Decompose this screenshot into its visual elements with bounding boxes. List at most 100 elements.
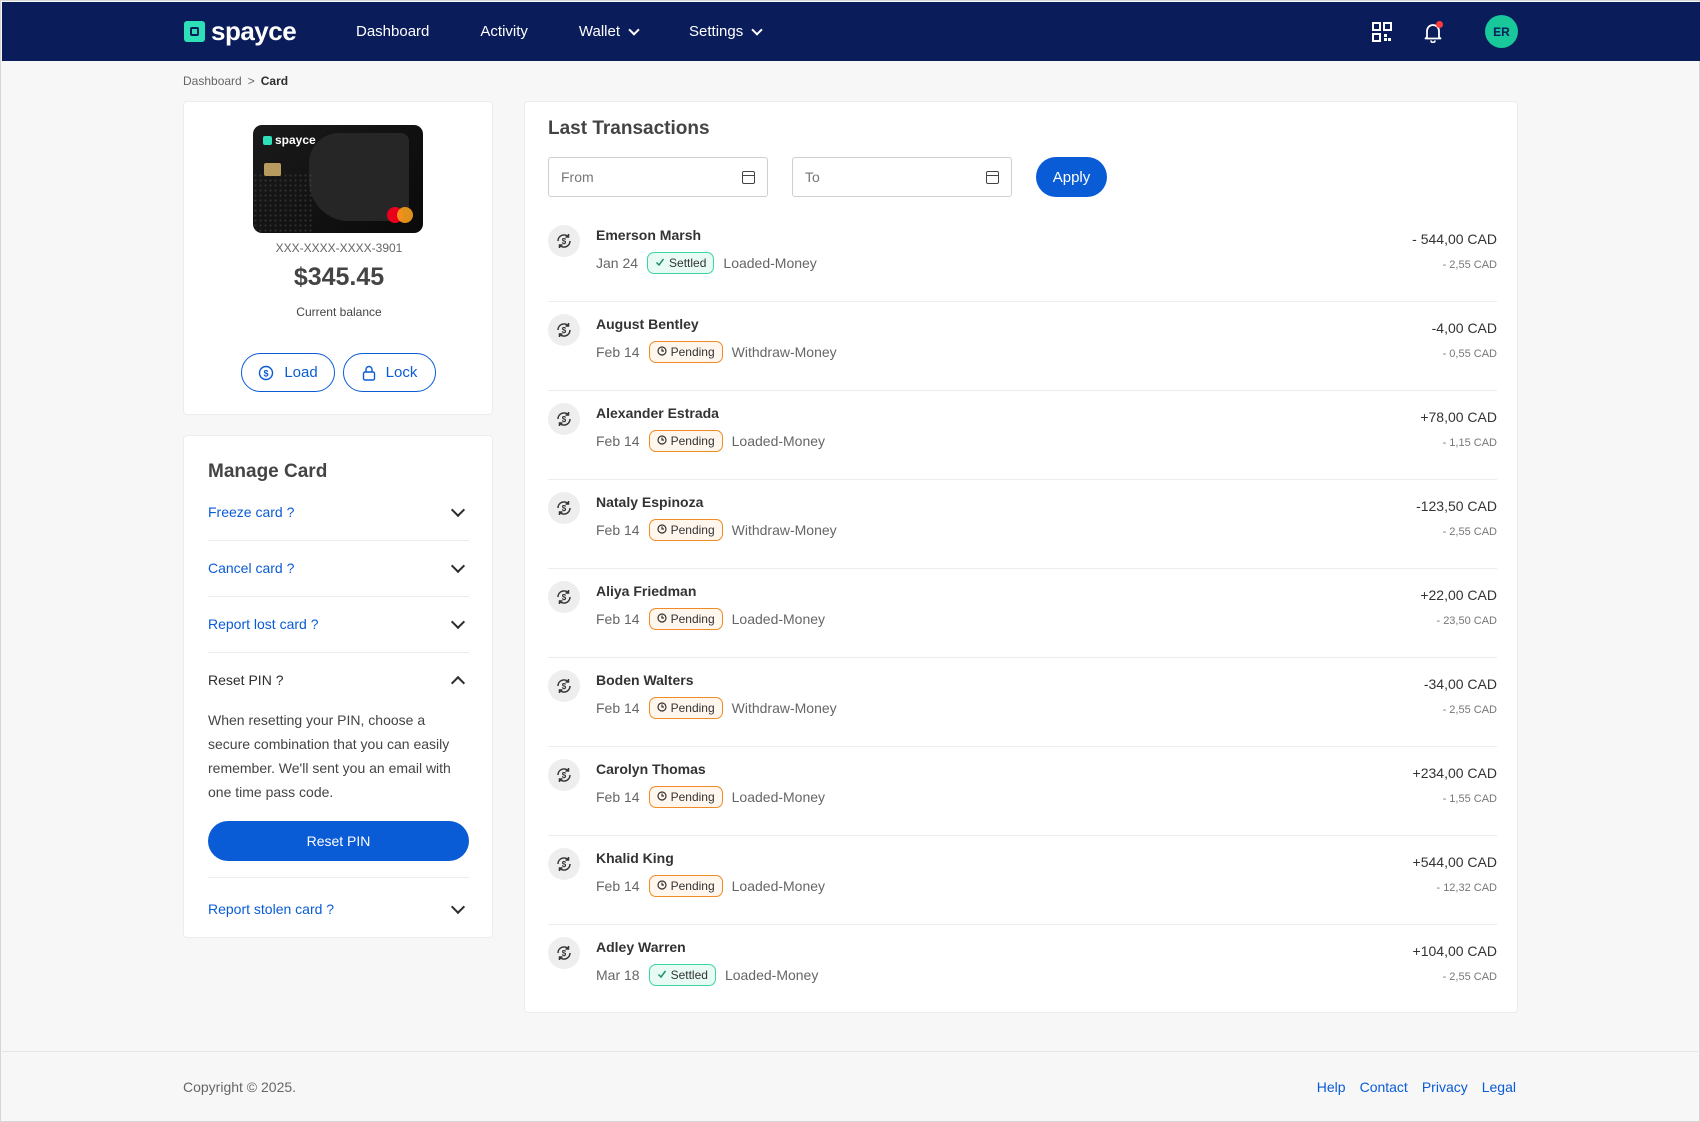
card-summary-panel: spayce XXX-XXXX-XXXX-3901 $345.45 Curren… xyxy=(183,101,493,415)
transaction-name: Khalid King xyxy=(596,850,674,866)
svg-text:$: $ xyxy=(562,771,567,780)
transaction-meta: Feb 14 Pending Withdraw-Money xyxy=(596,697,837,719)
brand-name: spayce xyxy=(211,16,297,46)
mastercard-logo-icon xyxy=(387,207,413,223)
notification-dot xyxy=(1436,20,1443,28)
transaction-row[interactable]: $ Alexander Estrada Feb 14 Pending Loaded-Mo… xyxy=(548,391,1497,480)
brand-logo[interactable]: spayce xyxy=(184,16,297,46)
clock-icon xyxy=(656,879,667,893)
to-placeholder: To xyxy=(805,169,820,185)
transaction-row[interactable]: $ Emerson Marsh Jan 24 Settled Loaded-Money -… xyxy=(548,213,1497,302)
nav-item-settings[interactable]: Settings xyxy=(689,23,763,40)
transaction-name: Aliya Friedman xyxy=(596,583,697,599)
accordion-cancel-card[interactable]: Cancel card ? xyxy=(208,540,469,597)
transaction-fee: - 2,55 CAD xyxy=(1442,971,1497,983)
check-icon xyxy=(657,968,667,982)
card-number: XXX-XXXX-XXXX-3901 xyxy=(275,241,403,255)
notification-bell-icon[interactable] xyxy=(1422,20,1444,43)
status-label: Pending xyxy=(670,523,715,537)
footer-link-help[interactable]: Help xyxy=(1317,1079,1346,1095)
money-exchange-icon: $ xyxy=(548,670,580,702)
chevron-down-icon xyxy=(450,614,466,629)
load-button[interactable]: $ Load xyxy=(241,353,335,392)
chevron-down-icon xyxy=(751,23,763,36)
calendar-icon[interactable] xyxy=(742,170,755,184)
breadcrumb: Dashboard > Card xyxy=(183,74,288,88)
lock-icon xyxy=(362,365,375,381)
footer-link-legal[interactable]: Legal xyxy=(1482,1079,1516,1095)
accordion-label: Report lost card ? xyxy=(208,616,319,632)
transaction-amount: - 544,00 CAD xyxy=(1412,231,1497,247)
status-badge: Settled xyxy=(647,252,715,274)
user-avatar[interactable]: ER xyxy=(1485,15,1518,48)
transaction-meta: Feb 14 Pending Loaded-Money xyxy=(596,786,825,808)
transaction-fee: - 1,55 CAD xyxy=(1442,793,1497,805)
accordion-label: Reset PIN ? xyxy=(208,672,284,688)
apply-button[interactable]: Apply xyxy=(1036,157,1107,197)
to-date-input[interactable]: To xyxy=(792,157,1012,197)
accordion-reset-pin[interactable]: Reset PIN ? When resetting your PIN, cho… xyxy=(208,652,469,878)
nav-item-wallet[interactable]: Wallet xyxy=(578,23,640,40)
transaction-meta: Feb 14 Pending Withdraw-Money xyxy=(596,341,837,363)
money-exchange-icon: $ xyxy=(548,403,580,435)
transaction-amount: +234,00 CAD xyxy=(1412,765,1497,781)
clock-icon xyxy=(656,345,667,359)
transaction-date: Feb 14 xyxy=(596,878,640,894)
from-date-input[interactable]: From xyxy=(548,157,768,197)
transaction-row[interactable]: $ Khalid King Feb 14 Pending Loaded-Money +54… xyxy=(548,836,1497,925)
logo-mark-icon xyxy=(184,20,205,42)
transaction-row[interactable]: $ August Bentley Feb 14 Pending Withdraw-Mon… xyxy=(548,302,1497,391)
transaction-row[interactable]: $ Aliya Friedman Feb 14 Pending Loaded-Money… xyxy=(548,569,1497,658)
money-exchange-icon: $ xyxy=(548,759,580,791)
transaction-amount: +78,00 CAD xyxy=(1420,409,1497,425)
lock-button[interactable]: Lock xyxy=(343,353,436,392)
copyright-text: Copyright © 2025. xyxy=(183,1079,297,1095)
transaction-date: Feb 14 xyxy=(596,700,640,716)
svg-text:$: $ xyxy=(562,860,567,869)
chevron-up-icon xyxy=(450,675,466,690)
nav-item-dashboard[interactable]: Dashboard xyxy=(356,23,429,40)
reset-pin-button[interactable]: Reset PIN xyxy=(208,821,469,861)
transaction-row[interactable]: $ Adley Warren Mar 18 Settled Loaded-Money +1… xyxy=(548,925,1497,1014)
nav-label: Wallet xyxy=(578,23,621,40)
transaction-row[interactable]: $ Nataly Espinoza Feb 14 Pending Withdraw-Mo… xyxy=(548,480,1497,569)
transaction-row[interactable]: $ Boden Walters Feb 14 Pending Withdraw-Mone… xyxy=(548,658,1497,747)
svg-text:$: $ xyxy=(562,415,567,424)
main-nav: Dashboard Activity Wallet Settings xyxy=(356,2,812,61)
check-icon xyxy=(655,256,665,270)
footer-link-contact[interactable]: Contact xyxy=(1360,1079,1408,1095)
transaction-amount: +544,00 CAD xyxy=(1412,854,1497,870)
status-badge: Pending xyxy=(648,519,723,541)
qr-code-icon[interactable] xyxy=(1372,21,1392,42)
transactions-title: Last Transactions xyxy=(548,118,710,139)
transaction-type: Loaded-Money xyxy=(723,255,817,271)
transaction-fee: - 2,55 CAD xyxy=(1442,259,1497,271)
accordion-freeze-card[interactable]: Freeze card ? xyxy=(208,484,469,541)
transaction-name: Adley Warren xyxy=(596,939,686,955)
transaction-fee: - 12,32 CAD xyxy=(1436,882,1497,894)
accordion-report-lost-card[interactable]: Report lost card ? xyxy=(208,596,469,653)
breadcrumb-dashboard[interactable]: Dashboard xyxy=(183,74,242,88)
status-label: Pending xyxy=(670,879,715,893)
svg-text:$: $ xyxy=(562,237,567,246)
nav-item-activity[interactable]: Activity xyxy=(480,23,528,40)
transaction-fee: - 2,55 CAD xyxy=(1442,526,1497,538)
transaction-row[interactable]: $ Carolyn Thomas Feb 14 Pending Loaded-Money… xyxy=(548,747,1497,836)
transaction-type: Loaded-Money xyxy=(731,433,826,449)
clock-icon xyxy=(656,701,667,715)
footer-link-privacy[interactable]: Privacy xyxy=(1422,1079,1468,1095)
accordion-report-stolen-card[interactable]: Report stolen card ? xyxy=(208,881,469,937)
transaction-meta: Feb 14 Pending Withdraw-Money xyxy=(596,519,837,541)
accordion-label: Report stolen card ? xyxy=(208,901,335,917)
transaction-meta: Feb 14 Pending Loaded-Money xyxy=(596,875,825,897)
status-badge: Pending xyxy=(648,341,723,363)
chevron-down-icon xyxy=(450,502,466,517)
status-badge: Pending xyxy=(648,875,723,897)
status-label: Settled xyxy=(669,256,707,270)
transaction-name: Boden Walters xyxy=(596,672,694,688)
dollar-refresh-icon: $ xyxy=(259,365,274,380)
calendar-icon[interactable] xyxy=(986,170,999,184)
transaction-amount: -34,00 CAD xyxy=(1423,676,1497,692)
transaction-name: Emerson Marsh xyxy=(596,227,702,243)
transaction-type: Loaded-Money xyxy=(731,878,826,894)
